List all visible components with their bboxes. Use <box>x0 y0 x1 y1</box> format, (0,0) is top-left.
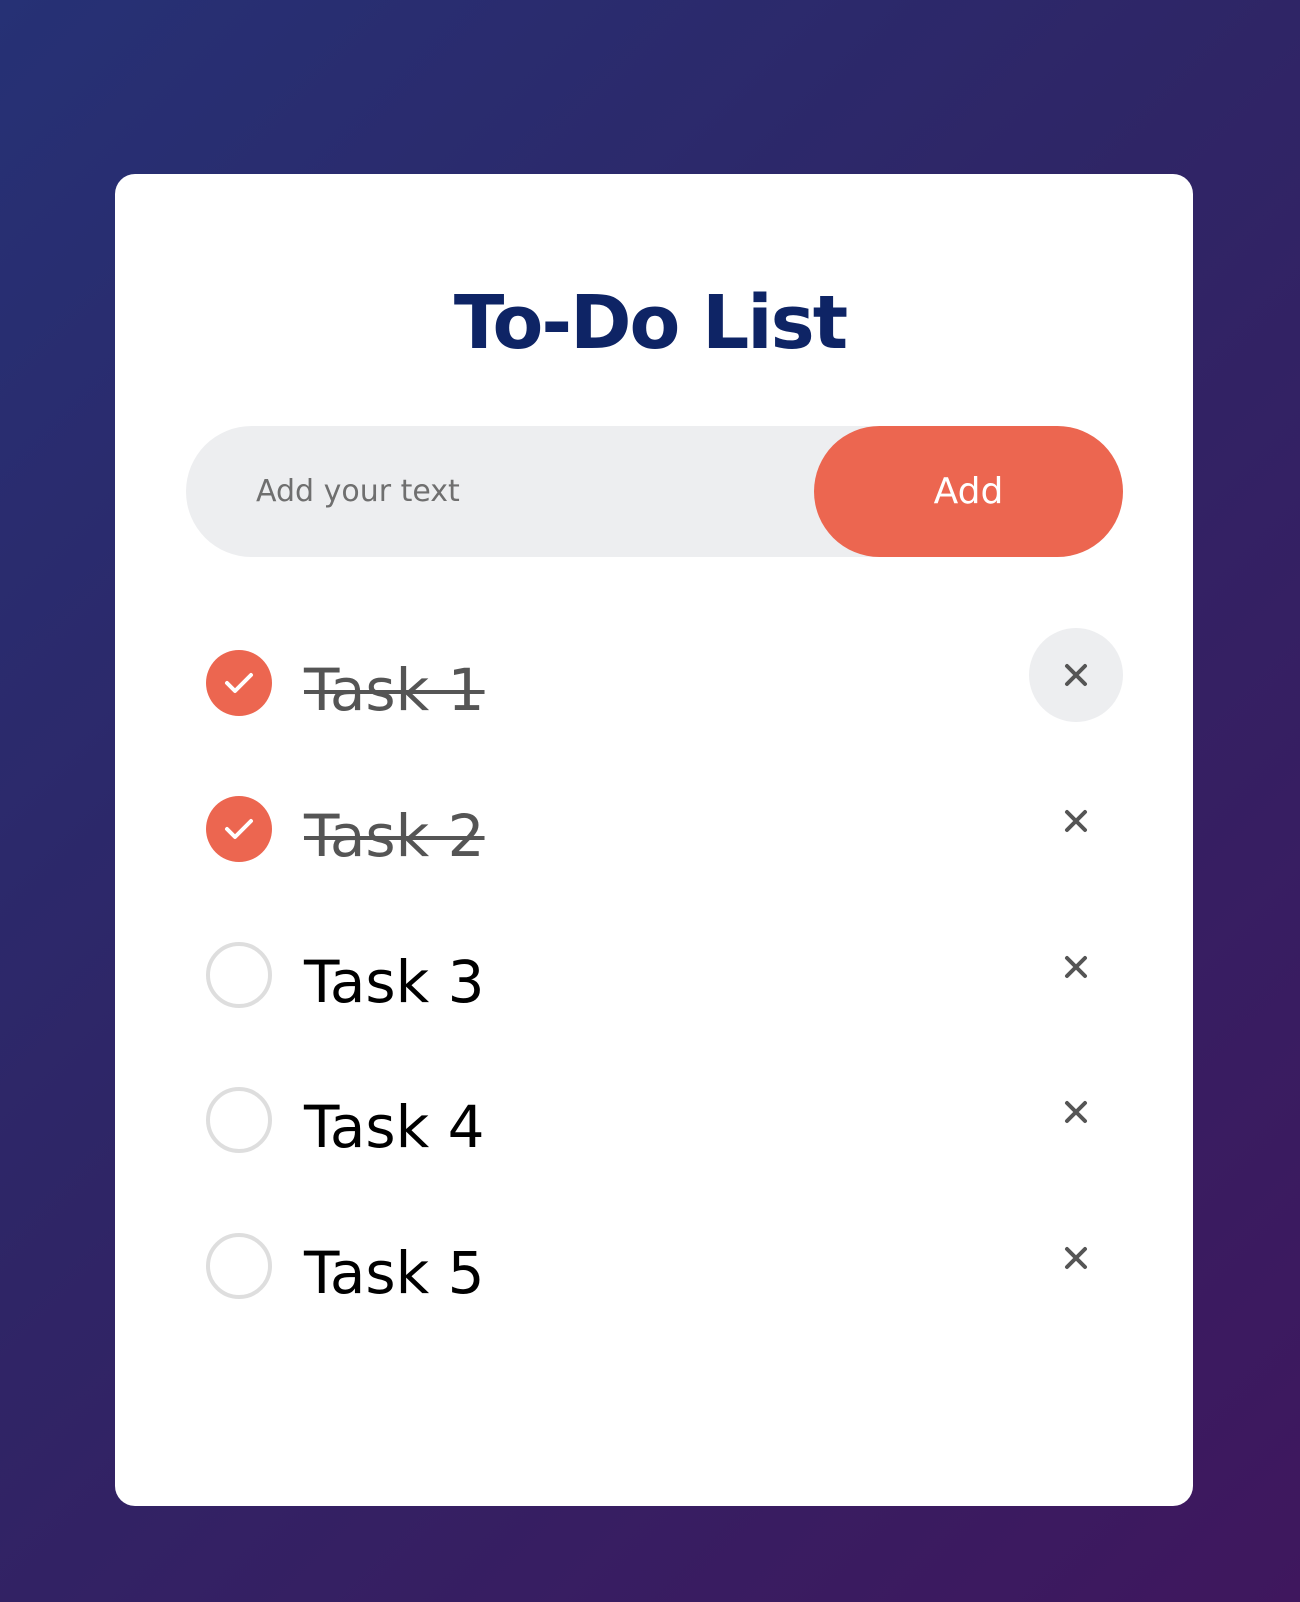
close-icon <box>1065 1247 1087 1269</box>
task-label[interactable]: Task 1 <box>304 650 485 730</box>
page-title: To-Do List <box>453 280 848 366</box>
task-checkbox[interactable] <box>206 1233 272 1299</box>
task-label[interactable]: Task 4 <box>304 1087 485 1167</box>
delete-task-button[interactable] <box>1029 1211 1123 1305</box>
close-icon <box>1065 810 1087 832</box>
check-icon <box>225 819 253 839</box>
task-checkbox[interactable] <box>206 1087 272 1153</box>
task-checkbox[interactable] <box>206 796 272 862</box>
delete-task-button[interactable] <box>1029 1065 1123 1159</box>
task-item[interactable]: Task 5 <box>186 1211 1123 1321</box>
close-icon <box>1065 956 1087 978</box>
check-icon <box>225 673 253 693</box>
delete-task-button[interactable] <box>1029 628 1123 722</box>
close-icon <box>1065 664 1087 686</box>
task-item[interactable]: Task 2 <box>186 774 1123 884</box>
task-label[interactable]: Task 3 <box>304 942 485 1022</box>
add-button[interactable]: Add <box>814 426 1123 557</box>
add-task-bar: Add <box>186 426 1123 557</box>
task-input[interactable] <box>256 426 776 557</box>
delete-task-button[interactable] <box>1029 920 1123 1014</box>
task-item[interactable]: Task 1 <box>186 628 1123 738</box>
task-item[interactable]: Task 4 <box>186 1065 1123 1175</box>
close-icon <box>1065 1101 1087 1123</box>
task-label[interactable]: Task 2 <box>304 796 485 876</box>
task-checkbox[interactable] <box>206 650 272 716</box>
task-label[interactable]: Task 5 <box>304 1233 485 1313</box>
task-checkbox[interactable] <box>206 942 272 1008</box>
delete-task-button[interactable] <box>1029 774 1123 868</box>
task-item[interactable]: Task 3 <box>186 920 1123 1030</box>
